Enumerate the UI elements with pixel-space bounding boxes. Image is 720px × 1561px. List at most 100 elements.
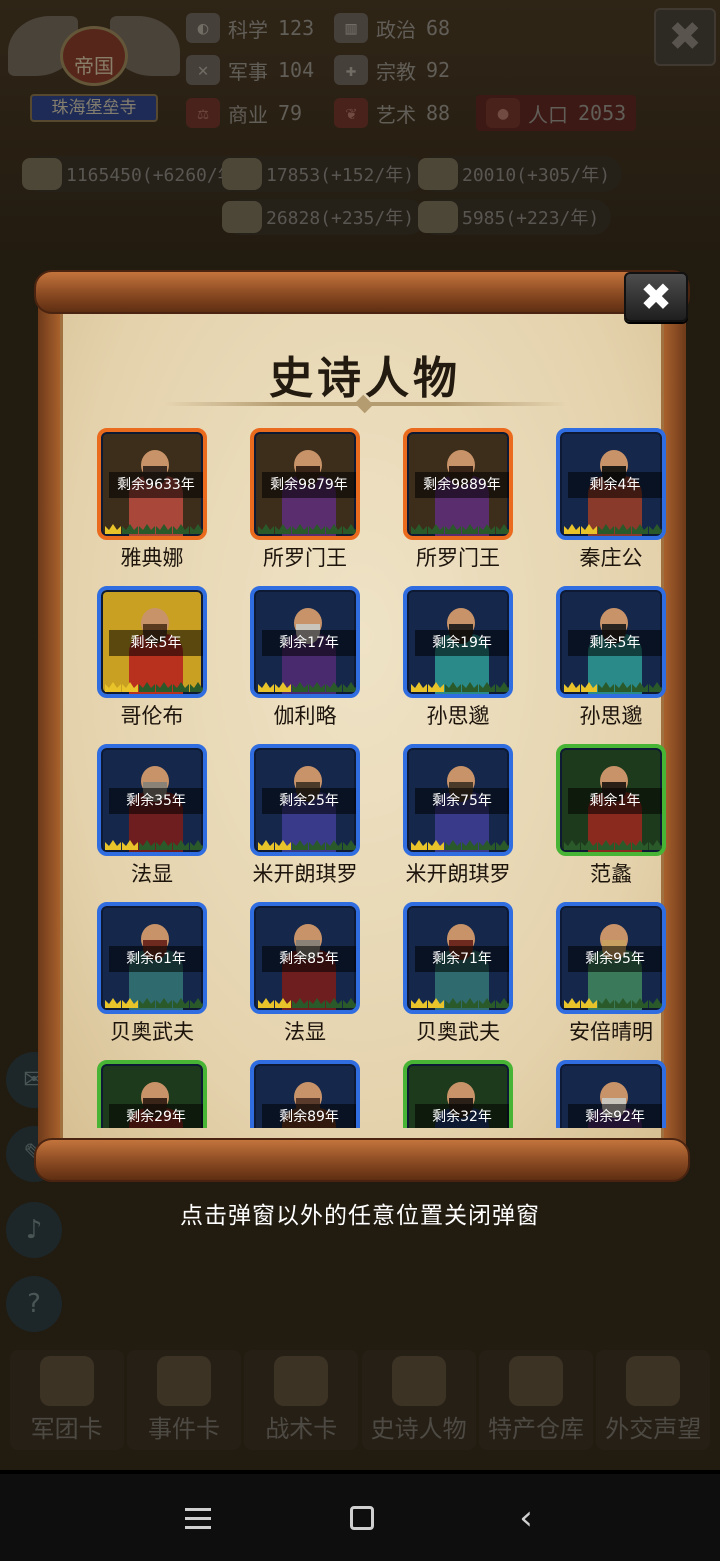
crown-icon <box>105 998 121 1008</box>
figure-card[interactable]: 剩余17年 伽利略 <box>250 586 360 730</box>
crown-icon <box>649 840 662 850</box>
crown-icon <box>649 524 662 534</box>
crown-icon <box>173 524 189 534</box>
crown-icon <box>156 524 172 534</box>
crown-icon <box>105 524 121 534</box>
remaining-years: 剩余9879年 <box>262 472 356 498</box>
crown-icon <box>105 840 121 850</box>
star-rating <box>258 682 356 692</box>
remaining-years: 剩余1年 <box>568 788 662 814</box>
figure-portrait: 剩余35年 <box>97 744 207 856</box>
remaining-years: 剩余95年 <box>568 946 662 972</box>
crown-icon <box>326 998 342 1008</box>
menu-icon[interactable] <box>178 1498 218 1538</box>
crown-icon <box>445 840 461 850</box>
remaining-years: 剩余35年 <box>109 788 203 814</box>
star-rating <box>105 998 203 1008</box>
figure-portrait: 剩余92年 <box>556 1060 666 1128</box>
crown-icon <box>479 524 495 534</box>
figure-card[interactable]: 剩余29年 <box>97 1060 207 1128</box>
figure-card[interactable]: 剩余5年 孙思邈 <box>556 586 666 730</box>
star-rating <box>258 998 356 1008</box>
figure-card[interactable]: 剩余25年米开朗琪罗 <box>250 744 360 888</box>
crown-icon <box>190 524 203 534</box>
crown-icon <box>105 682 121 692</box>
crown-icon <box>564 524 580 534</box>
star-rating <box>564 840 662 850</box>
crown-icon <box>139 524 155 534</box>
back-icon[interactable]: ‹ <box>506 1498 546 1538</box>
remaining-years: 剩余92年 <box>568 1104 662 1128</box>
crown-icon <box>275 840 291 850</box>
crown-icon <box>173 840 189 850</box>
crown-icon <box>598 524 614 534</box>
figure-list[interactable]: 剩余9633年 雅典娜 剩余9879年 所罗门王 剩余9889年 所罗门王 剩余4年 秦庄公剩… <box>97 428 685 1128</box>
figure-card[interactable]: 剩余4年 秦庄公 <box>556 428 666 572</box>
home-icon[interactable] <box>342 1498 382 1538</box>
figure-card[interactable]: 剩余71年 贝奥武夫 <box>403 902 513 1046</box>
crown-icon <box>326 840 342 850</box>
crown-icon <box>275 524 291 534</box>
remaining-years: 剩余25年 <box>262 788 356 814</box>
crown-icon <box>326 524 342 534</box>
figure-grid: 剩余9633年 雅典娜 剩余9879年 所罗门王 剩余9889年 所罗门王 剩余4年 秦庄公剩… <box>97 428 685 1128</box>
crown-icon <box>292 524 308 534</box>
popup-close-button[interactable]: ✖ <box>624 272 688 322</box>
crown-icon <box>615 524 631 534</box>
crown-icon <box>462 682 478 692</box>
figure-card[interactable]: 剩余89年 <box>250 1060 360 1128</box>
scroll-paper: 史诗人物 剩余9633年 雅典娜 剩余9879年 所罗门王 剩余9889年 所罗门王 剩余4… <box>60 300 666 1146</box>
star-rating <box>411 840 509 850</box>
remaining-years: 剩余9889年 <box>415 472 509 498</box>
figure-portrait: 剩余71年 <box>403 902 513 1014</box>
crown-icon <box>445 998 461 1008</box>
figure-card[interactable]: 剩余61年 贝奥武夫 <box>97 902 207 1046</box>
crown-icon <box>258 682 274 692</box>
figure-card[interactable]: 剩余32年 <box>403 1060 513 1128</box>
figure-name: 孙思邈 <box>579 704 643 728</box>
crown-icon <box>309 682 325 692</box>
figure-card[interactable]: 剩余35年 法显 <box>97 744 207 888</box>
crown-icon <box>496 682 509 692</box>
epic-figures-popup: 史诗人物 剩余9633年 雅典娜 剩余9879年 所罗门王 剩余9889年 所罗门王 剩余4… <box>34 270 690 1182</box>
figure-name: 米开朗琪罗 <box>405 862 511 886</box>
crown-icon <box>411 682 427 692</box>
figure-card[interactable]: 剩余1年 范蠡 <box>556 744 666 888</box>
crown-icon <box>343 998 356 1008</box>
figure-card[interactable]: 剩余5年 哥伦布 <box>97 586 207 730</box>
figure-card[interactable]: 剩余95年安倍晴明 <box>556 902 666 1046</box>
crown-icon <box>190 998 203 1008</box>
remaining-years: 剩余89年 <box>262 1104 356 1128</box>
crown-icon <box>122 524 138 534</box>
star-rating <box>411 524 509 534</box>
crown-icon <box>122 840 138 850</box>
crown-icon <box>598 840 614 850</box>
figure-card[interactable]: 剩余9889年 所罗门王 <box>403 428 513 572</box>
scroll-rod-top <box>34 270 690 314</box>
star-rating <box>258 840 356 850</box>
figure-card[interactable]: 剩余75年 米开朗琪罗 <box>403 744 513 888</box>
crown-icon <box>428 998 444 1008</box>
crown-icon <box>292 682 308 692</box>
figure-card[interactable]: 剩余92年 <box>556 1060 666 1128</box>
figure-name: 孙思邈 <box>426 704 490 728</box>
figure-portrait: 剩余4年 <box>556 428 666 540</box>
star-rating <box>411 998 509 1008</box>
crown-icon <box>564 682 580 692</box>
crown-icon <box>309 840 325 850</box>
crown-icon <box>122 682 138 692</box>
figure-portrait: 剩余89年 <box>250 1060 360 1128</box>
remaining-years: 剩余85年 <box>262 946 356 972</box>
figure-name: 米开朗琪罗 <box>252 862 358 886</box>
crown-icon <box>462 524 478 534</box>
figure-name: 安倍晴明 <box>569 1020 653 1044</box>
crown-icon <box>479 840 495 850</box>
figure-card[interactable]: 剩余19年 孙思邈 <box>403 586 513 730</box>
figure-portrait: 剩余61年 <box>97 902 207 1014</box>
remaining-years: 剩余5年 <box>109 630 203 656</box>
figure-card[interactable]: 剩余9633年 雅典娜 <box>97 428 207 572</box>
crown-icon <box>139 840 155 850</box>
figure-card[interactable]: 剩余85年 法显 <box>250 902 360 1046</box>
figure-card[interactable]: 剩余9879年 所罗门王 <box>250 428 360 572</box>
figure-portrait: 剩余25年 <box>250 744 360 856</box>
